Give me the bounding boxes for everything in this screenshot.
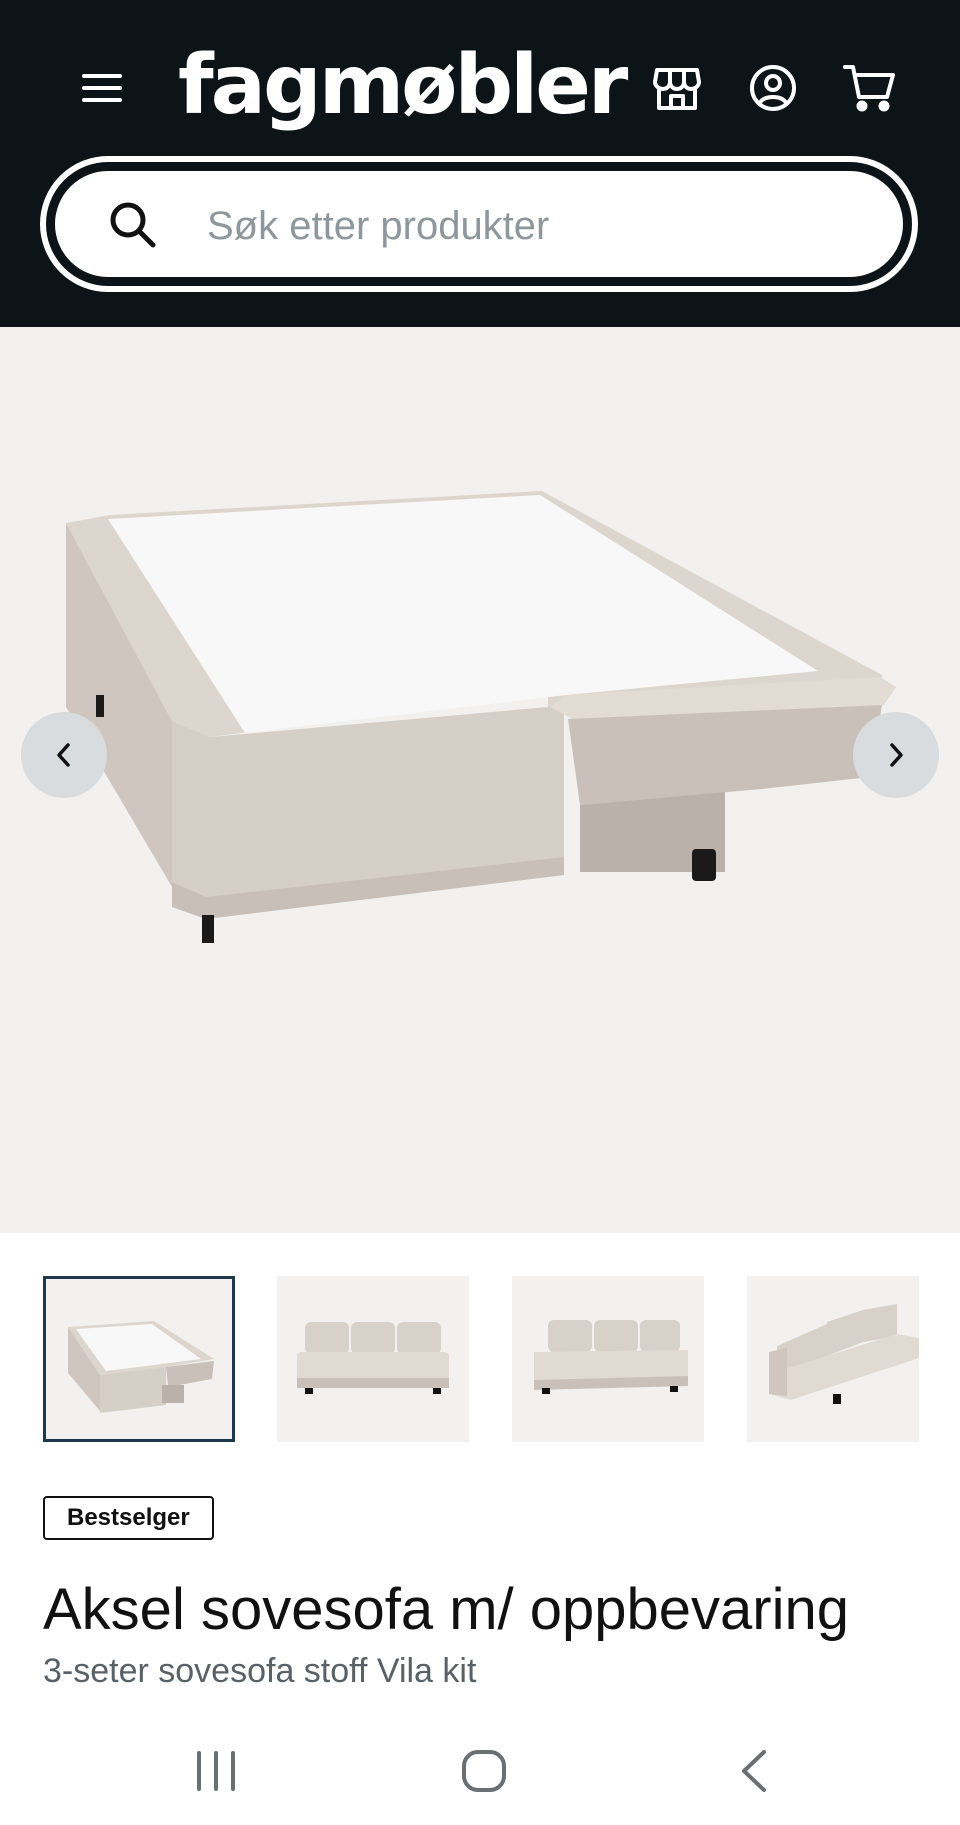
recent-apps-button[interactable]: [166, 1736, 266, 1806]
thumbnail-3[interactable]: [512, 1276, 704, 1442]
hamburger-menu-icon: [82, 74, 122, 102]
thumbnail-4[interactable]: [747, 1276, 919, 1442]
shopping-cart-icon: [843, 65, 895, 112]
cart-button[interactable]: [838, 58, 902, 118]
thumbnail-image: [68, 1321, 214, 1413]
site-logo[interactable]: fagmøbler: [178, 36, 628, 136]
thumbnail-image: [769, 1304, 919, 1404]
chevron-left-icon: [57, 743, 70, 767]
search-field-container[interactable]: [52, 168, 906, 280]
product-image[interactable]: [0, 327, 960, 1233]
thumbnail-1[interactable]: [43, 1276, 235, 1442]
home-icon: [462, 1750, 506, 1792]
search-icon: [110, 202, 156, 248]
search-input[interactable]: [205, 185, 809, 267]
chevron-right-icon: [890, 743, 903, 767]
product-image-gallery: [0, 327, 960, 1233]
product-subtitle: 3-seter sovesofa stoff Vila kit: [43, 1652, 477, 1690]
recent-apps-icon: [197, 1751, 235, 1791]
thumbnail-2[interactable]: [277, 1276, 469, 1442]
gallery-prev-button[interactable]: [21, 712, 107, 798]
store-button[interactable]: [646, 58, 708, 118]
back-button[interactable]: [704, 1736, 804, 1806]
system-navigation-bar: [0, 1712, 960, 1825]
site-header: fagmøbler: [0, 0, 960, 327]
menu-button[interactable]: [70, 62, 134, 114]
home-button[interactable]: [434, 1736, 534, 1806]
account-button[interactable]: [742, 58, 804, 118]
search-bar: [40, 156, 918, 292]
product-title: Aksel sovesofa m/ oppbevaring: [43, 1577, 849, 1642]
user-account-icon: [750, 65, 796, 111]
store-icon: [653, 68, 701, 110]
thumbnail-image: [534, 1320, 688, 1394]
gallery-next-button[interactable]: [853, 712, 939, 798]
thumbnail-strip: [43, 1276, 960, 1442]
back-icon: [742, 1750, 766, 1792]
bestseller-badge: Bestselger: [43, 1496, 214, 1540]
thumbnail-image: [297, 1322, 449, 1394]
